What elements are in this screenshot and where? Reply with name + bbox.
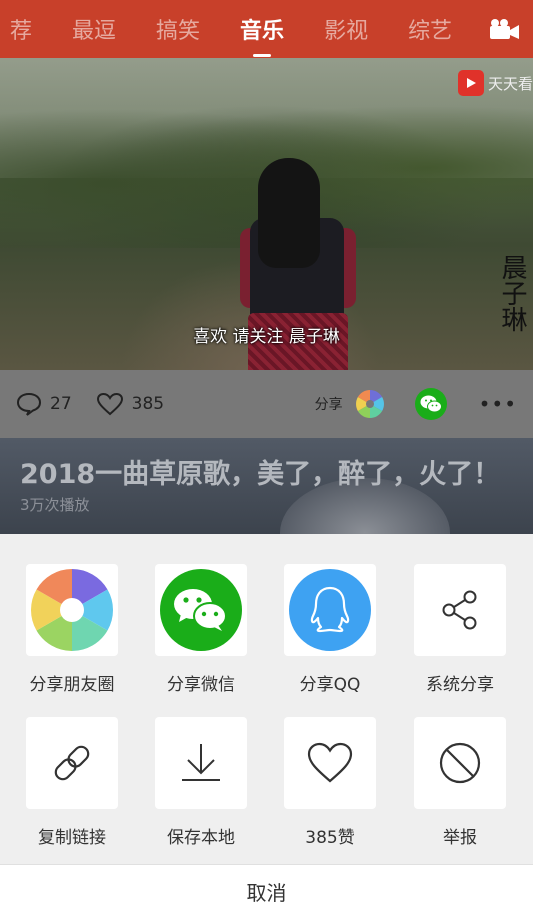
copy-link-label: 复制链接 bbox=[38, 828, 106, 848]
tab-recommend[interactable]: 荐 bbox=[0, 13, 52, 45]
share-system-label: 系统分享 bbox=[426, 675, 494, 695]
share-icon bbox=[442, 590, 477, 630]
save-local-icon-box bbox=[155, 717, 247, 809]
link-icon bbox=[54, 745, 90, 781]
tab-music[interactable]: 音乐 bbox=[220, 13, 304, 45]
share-wechat-label: 分享微信 bbox=[167, 675, 235, 695]
share-moments-label: 分享朋友圈 bbox=[29, 675, 115, 695]
watermark-side-text: 晨子琳 bbox=[497, 254, 527, 332]
video-camera-button[interactable] bbox=[475, 0, 533, 58]
play-logo-icon bbox=[457, 70, 484, 96]
moments-icon bbox=[31, 569, 113, 651]
like-button[interactable]: 385 bbox=[96, 392, 164, 416]
next-video-card[interactable]: 2018一曲草原歌，美了，醉了，火了！ 3万次播放 bbox=[0, 438, 533, 534]
share-qq[interactable]: 分享QQ bbox=[265, 564, 395, 695]
share-qq-label: 分享QQ bbox=[299, 675, 361, 695]
wechat-icon bbox=[420, 395, 442, 413]
share-label: 分享 bbox=[314, 397, 343, 413]
next-video-plays: 3万次播放 bbox=[20, 496, 90, 514]
save-local-label: 保存本地 bbox=[167, 828, 235, 848]
watermark-logo: 天天看 bbox=[457, 70, 533, 96]
wechat-icon bbox=[160, 569, 242, 651]
comment-button[interactable]: 27 bbox=[16, 392, 72, 416]
cancel-button[interactable]: 取消 bbox=[0, 864, 533, 918]
report-icon-box bbox=[414, 717, 506, 809]
video-caption: 喜欢 请关注 晨子琳 bbox=[193, 327, 340, 347]
share-system-icon-box bbox=[414, 564, 506, 656]
next-video-title: 2018一曲草原歌，美了，醉了，火了！ bbox=[20, 459, 501, 490]
share-qq-icon-box bbox=[284, 564, 376, 656]
like-option[interactable]: 385赞 bbox=[265, 717, 395, 848]
copy-link[interactable]: 复制链接 bbox=[7, 717, 137, 848]
heart-icon bbox=[307, 742, 353, 783]
video-action-bar: 27 385 分享 ••• bbox=[0, 370, 533, 438]
video-player[interactable]: 天天看 晨子琳 喜欢 请关注 晨子琳 bbox=[0, 58, 533, 370]
report[interactable]: 举报 bbox=[395, 717, 525, 848]
save-local[interactable]: 保存本地 bbox=[136, 717, 266, 848]
wechat-share-button[interactable] bbox=[414, 388, 447, 420]
comment-count: 27 bbox=[50, 394, 72, 414]
like-count: 385 bbox=[131, 394, 165, 414]
qq-icon bbox=[289, 569, 371, 651]
like-option-label: 385赞 bbox=[305, 828, 355, 848]
video-frame-figure bbox=[258, 158, 320, 268]
tab-funniest[interactable]: 最逗 bbox=[52, 13, 136, 45]
comment-icon bbox=[16, 392, 42, 416]
share-moments-icon-box bbox=[26, 564, 118, 656]
watermark-text: 天天看 bbox=[487, 74, 533, 93]
report-icon bbox=[439, 742, 481, 784]
share-wechat[interactable]: 分享微信 bbox=[136, 564, 266, 695]
copy-link-icon-box bbox=[26, 717, 118, 809]
moments-icon[interactable] bbox=[355, 389, 385, 419]
category-tab-bar: 荐 最逗 搞笑 音乐 影视 综艺 社 bbox=[0, 0, 533, 58]
category-tabs: 荐 最逗 搞笑 音乐 影视 综艺 社 bbox=[0, 13, 533, 45]
download-icon bbox=[182, 744, 220, 781]
heart-icon bbox=[96, 392, 123, 416]
tab-variety[interactable]: 综艺 bbox=[388, 13, 472, 45]
share-moments[interactable]: 分享朋友圈 bbox=[7, 564, 137, 695]
share-sheet: 分享朋友圈 分享微信 分享QQ 系统分享 复制链接 保存本地 385赞 举报 bbox=[0, 534, 533, 864]
report-label: 举报 bbox=[443, 828, 477, 848]
video-camera-icon bbox=[490, 19, 519, 39]
share-system[interactable]: 系统分享 bbox=[395, 564, 525, 695]
more-options-button[interactable]: ••• bbox=[479, 392, 517, 416]
tab-film[interactable]: 影视 bbox=[304, 13, 388, 45]
like-option-icon-box bbox=[284, 717, 376, 809]
tab-comedy[interactable]: 搞笑 bbox=[136, 13, 220, 45]
share-wechat-icon-box bbox=[155, 564, 247, 656]
